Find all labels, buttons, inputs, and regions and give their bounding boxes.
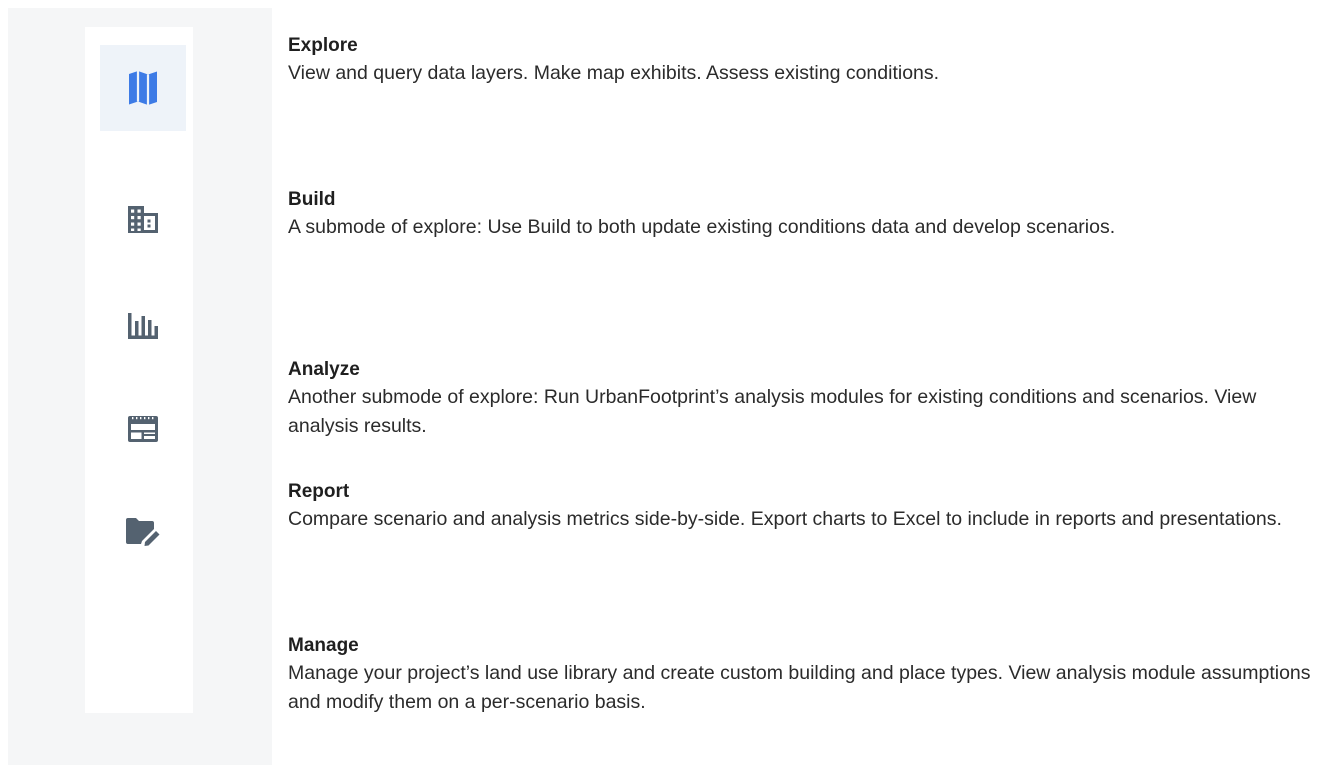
- folder-edit-icon: [126, 518, 160, 546]
- rail-item-report[interactable]: [100, 386, 186, 472]
- mode-description-build: Build A submode of explore: Use Build to…: [288, 187, 1328, 242]
- mode-description-explore: Explore View and query data layers. Make…: [288, 33, 1328, 88]
- mode-guide: Explore View and query data layers. Make…: [0, 0, 1343, 765]
- mode-text: Manage your project’s land use library a…: [288, 662, 1311, 713]
- mode-title: Analyze: [288, 359, 360, 380]
- rail-item-explore[interactable]: [100, 45, 186, 131]
- rail-item-manage[interactable]: [100, 488, 186, 574]
- mode-title: Manage: [288, 635, 359, 656]
- building-icon: [128, 205, 158, 233]
- mode-description-analyze: Analyze Another submode of explore: Run …: [288, 357, 1328, 441]
- mode-text: View and query data layers. Make map exh…: [288, 62, 940, 84]
- report-icon: [128, 416, 158, 442]
- mode-text: A submode of explore: Use Build to both …: [288, 216, 1116, 238]
- map-icon: [129, 71, 157, 105]
- mode-title: Build: [288, 189, 336, 210]
- mode-description-report: Report Compare scenario and analysis met…: [288, 479, 1328, 534]
- rail-item-build[interactable]: [100, 176, 186, 262]
- bar-chart-icon: [128, 313, 158, 339]
- rail-item-analyze[interactable]: [100, 283, 186, 369]
- mode-text: Another submode of explore: Run UrbanFoo…: [288, 386, 1257, 437]
- mode-rail: [85, 27, 193, 713]
- mode-title: Report: [288, 481, 350, 502]
- mode-title: Explore: [288, 35, 358, 56]
- mode-description-manage: Manage Manage your project’s land use li…: [288, 633, 1328, 717]
- mode-text: Compare scenario and analysis metrics si…: [288, 508, 1282, 530]
